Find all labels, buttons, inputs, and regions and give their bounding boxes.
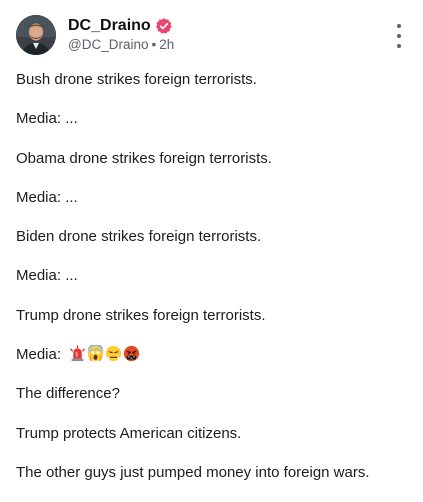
verified-badge-icon — [155, 17, 173, 35]
post-card: DC_Draino @DC_Draino • 2h Bush drone strik… — [0, 0, 423, 500]
post-meta: @DC_Draino • 2h — [68, 37, 174, 53]
post-line-text: Media: — [16, 346, 62, 364]
post-time[interactable]: 2h — [159, 37, 174, 52]
post-line: The difference? — [16, 385, 120, 403]
screaming-face-emoji-icon — [87, 345, 104, 362]
meta-separator: • — [151, 37, 157, 52]
post-line: Obama drone strikes foreign terrorists. — [16, 149, 272, 167]
post-line: Media: ... — [16, 267, 78, 285]
more-options-button[interactable] — [393, 24, 405, 48]
post-line: Media: ... — [16, 188, 78, 206]
post-line: Trump drone strikes foreign terrorists. — [16, 306, 266, 324]
siren-emoji-icon — [69, 345, 86, 362]
emoji-reactions — [69, 345, 140, 362]
post-line: The other guys just pumped money into fo… — [16, 463, 370, 481]
steam-from-nose-emoji-icon — [105, 345, 122, 362]
author-name[interactable]: DC_Draino — [68, 16, 173, 36]
author-name-text[interactable]: DC_Draino — [68, 16, 151, 36]
post-line: Media: ... — [16, 110, 78, 128]
post-line-media-reaction: Media: — [16, 345, 416, 365]
post-line: Trump protects American citizens. — [16, 424, 242, 442]
post-body: Bush drone strikes foreign terrorists. M… — [16, 70, 416, 502]
avatar[interactable] — [16, 15, 56, 55]
post-line: Biden drone strikes foreign terrorists. — [16, 228, 262, 246]
post-line: Bush drone strikes foreign terrorists. — [16, 71, 257, 88]
more-vertical-icon — [397, 24, 401, 28]
author-handle[interactable]: @DC_Draino — [68, 37, 148, 52]
cursing-face-emoji-icon — [123, 345, 140, 362]
